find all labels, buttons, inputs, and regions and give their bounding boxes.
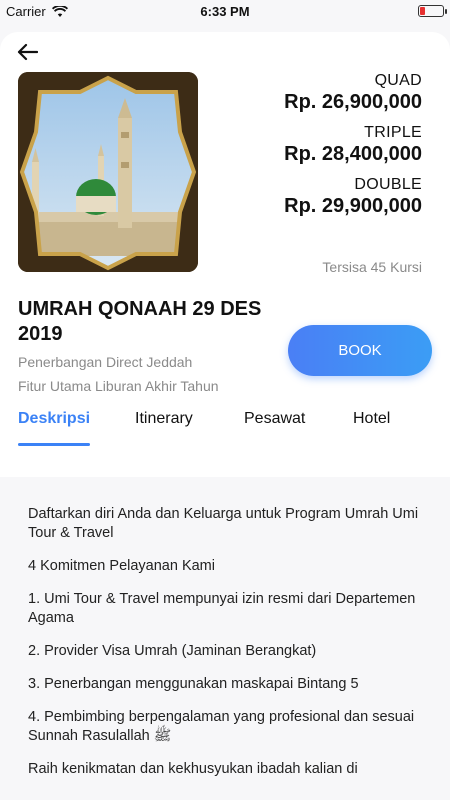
price-value: Rp. 29,900,000 [284, 195, 422, 217]
package-title: UMRAH QONAAH 29 DES 2019 [18, 298, 262, 345]
tab-bar: Deskripsi Itinerary Pesawat Hotel [0, 410, 450, 446]
status-time: 6:33 PM [200, 4, 250, 19]
seats-remaining: Tersisa 45 Kursi [322, 259, 422, 275]
tab-deskripsi[interactable]: Deskripsi [18, 410, 91, 446]
price-value: Rp. 26,900,000 [284, 91, 422, 113]
package-feature: Fitur Utama Liburan Akhir Tahun [18, 378, 219, 394]
price-double: DOUBLE Rp. 29,900,000 [284, 176, 422, 218]
price-label: DOUBLE [354, 176, 422, 193]
price-quad: QUAD Rp. 26,900,000 [284, 72, 422, 114]
description-paragraph: Raih kenikmatan dan kekhusyukan ibadah k… [28, 761, 358, 777]
description-paragraph: 2. Provider Visa Umrah (Jaminan Berangka… [28, 643, 317, 659]
description-paragraph: 4. Pembimbing berpengalaman yang profesi… [28, 709, 415, 744]
price-label: QUAD [374, 72, 422, 89]
battery-icon [418, 5, 447, 17]
package-subtitle: Penerbangan Direct Jeddah [18, 354, 193, 370]
book-button[interactable]: BOOK [288, 325, 432, 376]
price-triple: TRIPLE Rp. 28,400,000 [284, 124, 422, 166]
arrow-left-icon [17, 43, 38, 61]
tab-itinerary[interactable]: Itinerary [135, 410, 193, 444]
package-image [18, 72, 198, 272]
tab-pesawat[interactable]: Pesawat [244, 410, 305, 444]
description-paragraph: 4 Komitmen Pelayanan Kami [28, 558, 215, 574]
description-paragraph: Daftarkan diri Anda dan Keluarga untuk P… [28, 506, 419, 541]
description-panel: Daftarkan diri Anda dan Keluarga untuk P… [0, 477, 450, 800]
price-label: TRIPLE [364, 124, 422, 141]
back-button[interactable] [16, 40, 44, 64]
mosque-photo [18, 72, 198, 272]
price-value: Rp. 28,400,000 [284, 143, 422, 165]
tab-hotel[interactable]: Hotel [353, 410, 390, 444]
status-bar: Carrier 6:33 PM [0, 0, 450, 24]
price-list: QUAD Rp. 26,900,000 TRIPLE Rp. 28,400,00… [284, 72, 422, 228]
description-paragraph: 1. Umi Tour & Travel mempunyai izin resm… [28, 591, 416, 626]
description-paragraph: 3. Penerbangan menggunakan maskapai Bint… [28, 676, 359, 692]
